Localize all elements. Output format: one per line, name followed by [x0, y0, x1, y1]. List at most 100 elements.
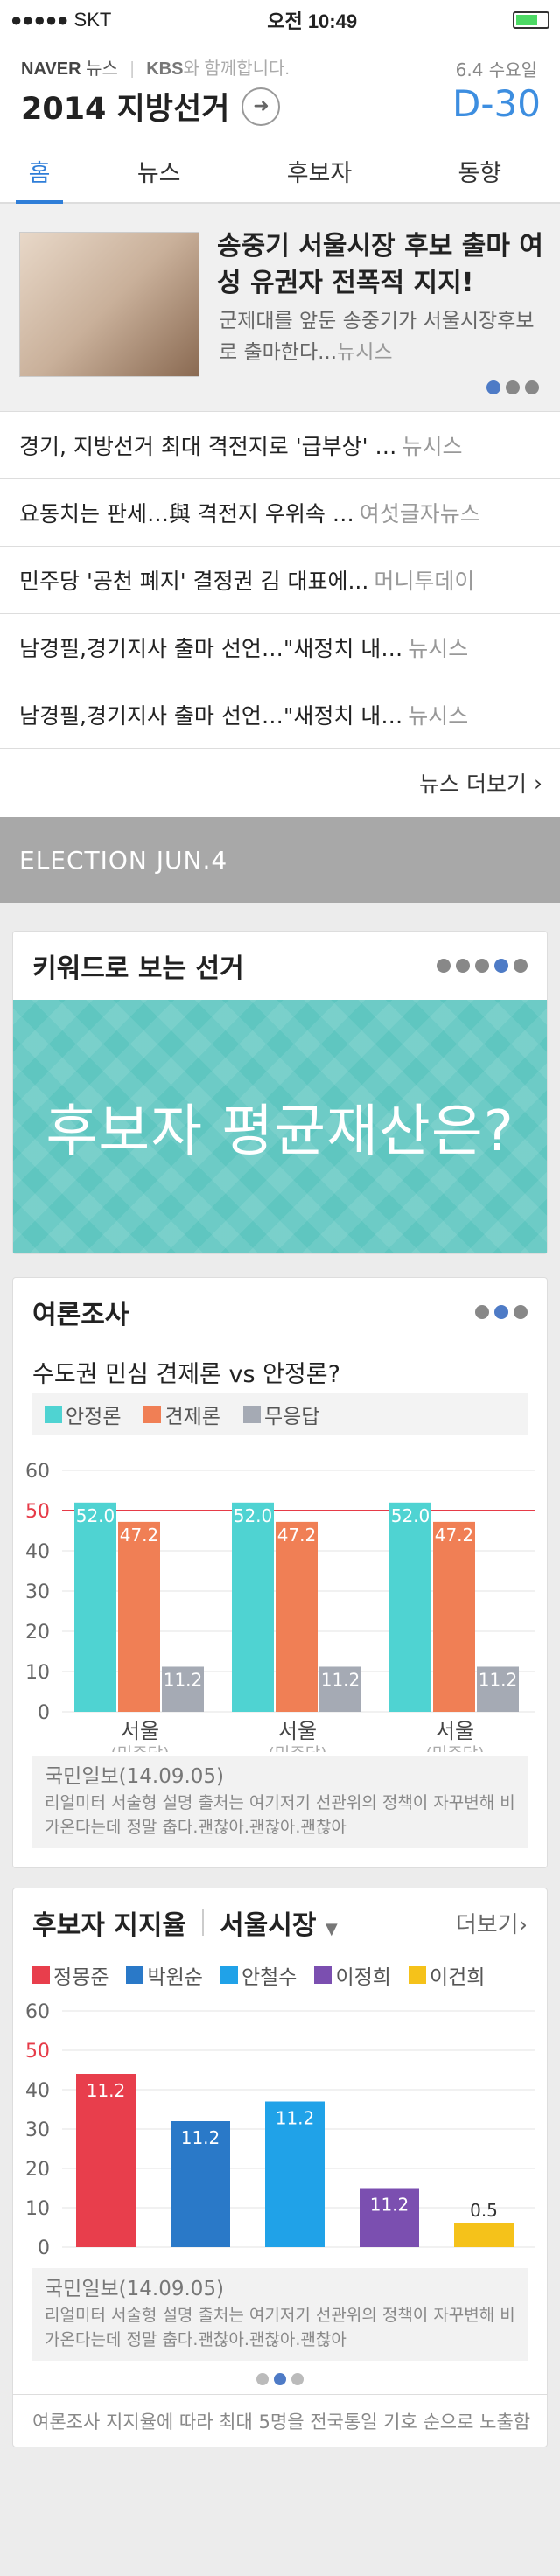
legend-item: 정몽준	[32, 1960, 108, 1990]
news-more-label: 뉴스 더보기	[419, 771, 527, 797]
page-title: 2014 지방선거 ➜	[21, 84, 281, 129]
pager-dot[interactable]	[475, 1305, 489, 1319]
x-tick-label: 서울	[278, 1719, 317, 1743]
support-title: 후보자 지지율	[32, 1910, 187, 1941]
tab-home[interactable]: 홈	[0, 140, 79, 204]
legend-label: 무응답	[263, 1406, 320, 1428]
kbs-logo: KBS	[146, 59, 184, 79]
status-bar: ●●●●● SKT 오전 10:49	[0, 0, 560, 40]
tab-bar: 홈 뉴스 후보자 동향	[0, 140, 560, 204]
featured-article[interactable]: 송중기 서울시장 후보 출마 여성 유권자 전폭적 지지! 군제대를 앞둔 송중…	[0, 204, 560, 412]
pager-dot[interactable]	[486, 380, 500, 394]
pager-dot[interactable]	[291, 2373, 304, 2385]
poll-chart: 010203040506052.047.211.2서울(민주당)52.047.2…	[25, 1461, 535, 1763]
data-label: 11.2	[479, 1669, 518, 1690]
page-title-text: 2014 지방선거	[21, 92, 230, 127]
x-sub-label: (민주당)	[268, 1744, 326, 1752]
y-tick-label: 10	[25, 2198, 50, 2220]
pager-dot[interactable]	[525, 380, 539, 394]
y-tick-label: 20	[25, 2159, 50, 2181]
clock: 오전 10:49	[267, 10, 358, 32]
y-tick-label: 40	[25, 2080, 50, 2102]
y-tick-label: 50	[25, 1501, 50, 1523]
news-item[interactable]: 요동치는 판세…與 격전지 우위속 … 여섯글자뉴스	[0, 479, 560, 547]
keyword-pager[interactable]	[437, 959, 528, 973]
news-source: 뉴시스	[408, 636, 469, 661]
y-tick-label: 10	[25, 1662, 50, 1684]
news-item[interactable]: 남경필,경기지사 출마 선언…"새정치 내… 뉴시스	[0, 681, 560, 749]
news-source: 뉴시스	[408, 703, 469, 729]
bar	[433, 1521, 475, 1712]
data-label: 47.2	[120, 1525, 159, 1546]
poll-pager[interactable]	[475, 1305, 528, 1319]
keyword-card: 키워드로 보는 선거 후보자 평균재산은?	[12, 931, 548, 1254]
news-item[interactable]: 남경필,경기지사 출마 선언…"새정치 내… 뉴시스	[0, 614, 560, 681]
support-header: 후보자 지지율 서울시장 ▼ 더보기›	[13, 1888, 547, 1957]
legend-item: 이건희	[408, 1960, 485, 1990]
featured-source: 뉴시스	[337, 341, 393, 364]
keyword-banner[interactable]: 후보자 평균재산은?	[13, 1000, 547, 1253]
data-label: 11.2	[87, 2080, 126, 2101]
election-banner: ELECTION JUN.4	[0, 817, 560, 903]
support-chart: 0 10 20 30 40 50 60 11.2 11.2 11.2 11.2 0.5	[25, 2001, 535, 2259]
x-sub-label: (민주당)	[110, 1744, 169, 1752]
news-more-button[interactable]: 뉴스 더보기 ›	[0, 749, 560, 817]
poll-source: 국민일보(14.09.05) 리얼미터 서술형 설명 출처는 여기저기 선관위의…	[32, 1756, 528, 1848]
pager-dot[interactable]	[274, 2373, 286, 2385]
legend-item: 안정론	[45, 1400, 121, 1429]
legend-swatch	[126, 1966, 144, 1984]
divider	[202, 1909, 205, 1936]
news-item[interactable]: 민주당 '공천 폐지' 결정권 김 대표에... 머니투데이	[0, 547, 560, 614]
legend-swatch	[144, 1406, 162, 1423]
carrier: ●●●●● SKT	[10, 9, 112, 31]
legend-swatch	[45, 1406, 62, 1423]
legend-swatch	[242, 1406, 261, 1423]
data-label: 11.2	[164, 1669, 203, 1690]
header-brand: NAVER 뉴스 | KBS와 함께합니다.	[21, 59, 290, 79]
legend-swatch	[220, 1966, 238, 1984]
caret-down-icon: ▼	[325, 1920, 338, 1938]
pager-dot[interactable]	[506, 380, 520, 394]
share-button[interactable]: ➜	[242, 87, 281, 126]
news-source: 뉴시스	[402, 434, 463, 459]
pager-dot[interactable]	[514, 959, 528, 973]
support-source-desc: 리얼미터 서술형 설명 출처는 여기저기 선관위의 정책이 자꾸변해 비가온다는…	[45, 2306, 515, 2349]
poll-card: 여론조사 수도권 민심 견제론 vs 안정론? 안정론 견제론 무응답 0 10 2…	[12, 1277, 548, 1868]
pager-dot[interactable]	[256, 2373, 269, 2385]
pager-dot[interactable]	[475, 959, 489, 973]
poll-source-desc: 리얼미터 서술형 설명 출처는 여기저기 선관위의 정책이 자꾸변해 비가온다는…	[45, 1793, 515, 1837]
pager-dot[interactable]	[494, 1305, 508, 1319]
legend-item: 이정희	[314, 1960, 391, 1990]
dday-counter: D-30	[452, 82, 541, 125]
poll-question: 수도권 민심 견제론 vs 안정론?	[32, 1361, 340, 1388]
pager-dot[interactable]	[456, 959, 470, 973]
support-footnote: 여론조사 지지율에 따라 최대 5명을 전국통일 기호 순으로 노출함	[13, 2394, 547, 2447]
region-label: 서울시장	[220, 1910, 317, 1941]
featured-title: 송중기 서울시장 후보 출마 여성 유권자 전폭적 지지!	[217, 231, 543, 298]
region-dropdown[interactable]: 서울시장 ▼	[220, 1903, 338, 1942]
legend-label: 박원순	[147, 1966, 203, 1989]
support-pager[interactable]	[13, 2361, 547, 2387]
support-more-button[interactable]: 더보기›	[456, 1907, 528, 1939]
y-tick-label: 30	[25, 2119, 50, 2141]
y-tick-label: 40	[25, 1541, 50, 1563]
data-label: 11.2	[370, 2195, 410, 2216]
support-more-label: 더보기	[455, 1911, 519, 1938]
pager-dot[interactable]	[437, 959, 451, 973]
support-title-group: 후보자 지지율 서울시장 ▼	[32, 1903, 338, 1942]
news-title: 민주당 '공천 폐지' 결정권 김 대표에...	[19, 569, 369, 594]
pager-dot[interactable]	[494, 959, 508, 973]
news-title: 남경필,경기지사 출마 선언…"새정치 내…	[19, 636, 403, 661]
y-tick-label: 30	[25, 1581, 50, 1603]
news-label: 뉴스	[86, 59, 118, 79]
data-label: 11.2	[276, 2108, 315, 2129]
tab-trends[interactable]: 동향	[400, 140, 560, 202]
tab-news[interactable]: 뉴스	[79, 140, 239, 202]
tab-candidates[interactable]: 후보자	[239, 140, 399, 202]
featured-pager[interactable]	[486, 380, 539, 394]
x-tick-label: 서울	[436, 1719, 474, 1743]
legend-label: 이정희	[335, 1966, 391, 1989]
chevron-right-icon: ›	[518, 1911, 528, 1938]
pager-dot[interactable]	[514, 1305, 528, 1319]
news-item[interactable]: 경기, 지방선거 최대 격전지로 '급부상' … 뉴시스	[0, 412, 560, 479]
